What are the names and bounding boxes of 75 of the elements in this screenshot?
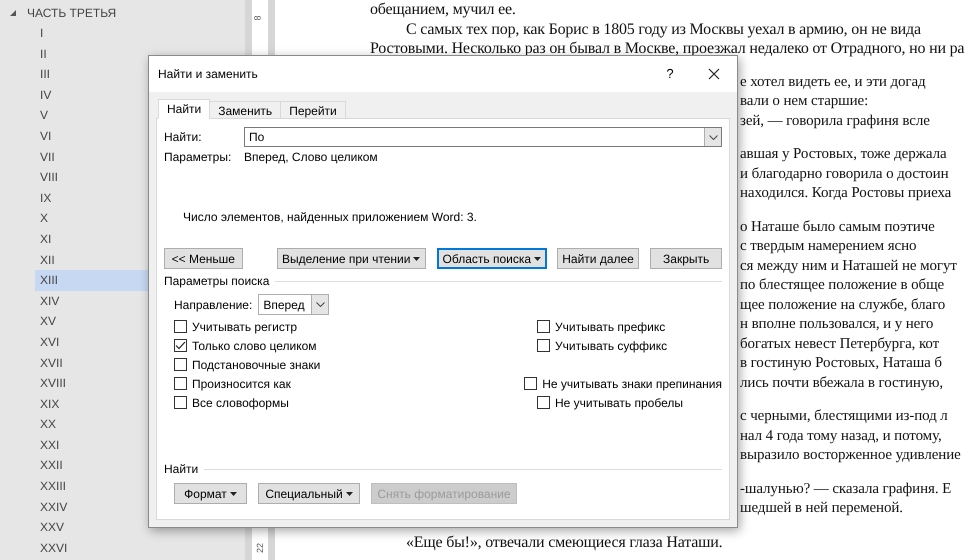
- text-line: ся между ним и Наташей не могут: [740, 258, 957, 274]
- text-line: Ростовыми. Несколько раз он бывал в Москве, проезжал недалеко от Отрадного, но ни ра: [370, 40, 964, 57]
- tab[interactable]: Перейти: [280, 101, 346, 119]
- check-icon: [175, 341, 186, 350]
- format-button[interactable]: Формат: [174, 483, 247, 504]
- checkbox-label: Учитывать префикс: [555, 318, 666, 336]
- text-line: о Наташе было самым поэтиче: [740, 218, 935, 234]
- text-line: богатых невест Петербурга, кот: [740, 336, 940, 352]
- help-button[interactable]: ?: [655, 60, 685, 88]
- ruler-number: 8: [252, 16, 262, 20]
- checkbox-label: Все словоформы: [192, 394, 289, 412]
- checkbox-label: Подстановочные знаки: [192, 356, 320, 374]
- chevron-down-icon: [708, 134, 718, 140]
- ruler-number: 22: [255, 543, 265, 553]
- checkbox[interactable]: [174, 396, 187, 409]
- checkbox[interactable]: [174, 377, 187, 390]
- outline-item[interactable]: XXVI: [35, 538, 245, 558]
- caret-icon: [230, 492, 237, 496]
- text-line: лись почти вбежала в гостиную,: [740, 374, 944, 390]
- text-line: «Еще бы!», отвечали смеющиеся глаза Наташи.: [406, 534, 722, 550]
- text-line: с черными, блестящими из-под л: [740, 408, 948, 424]
- checkbox[interactable]: [174, 358, 187, 371]
- checkbox-label: Только слово целиком: [192, 338, 317, 354]
- text-line: по блестящее положение в обще: [740, 277, 944, 293]
- text-line: С самых тех пор, как Борис в 1805 году из Москвы уехал в армию, он не вида: [406, 20, 921, 38]
- dialog-button[interactable]: Область поиска: [436, 248, 547, 269]
- text-line: щее положение на службе, благо: [740, 296, 946, 312]
- dialog-button[interactable]: Закрыть: [650, 248, 722, 269]
- text-line: -шалунью? — сказала графиня. Е: [740, 480, 952, 496]
- field-label: Направление:: [174, 296, 252, 314]
- tab[interactable]: Заменить: [209, 101, 282, 119]
- checkbox-label: Учитывать суффикс: [555, 338, 668, 354]
- find-field[interactable]: По: [244, 127, 722, 147]
- checkbox[interactable]: [537, 396, 550, 409]
- field-label: Параметры:: [164, 149, 232, 166]
- checkbox[interactable]: [524, 377, 538, 390]
- text-line: е хотел видеть ее, и эти догад: [740, 74, 926, 90]
- text-line: находился. Когда Ростовы приеха: [740, 185, 952, 201]
- checkbox[interactable]: [174, 339, 187, 352]
- dialog-button[interactable]: Найти далее: [556, 248, 640, 269]
- text-line: нал 4 года тому назад, и потому,: [740, 428, 942, 444]
- caret-icon: [413, 256, 420, 260]
- dialog-button[interactable]: Выделение при чтении: [276, 248, 426, 269]
- checkbox-label: Не учитывать знаки препинания: [542, 376, 722, 392]
- checkbox[interactable]: [174, 320, 187, 333]
- checkbox[interactable]: [537, 339, 550, 352]
- checkbox[interactable]: [537, 320, 550, 333]
- status-message: Число элементов, найденных приложением Word: 3.: [182, 209, 477, 225]
- checkbox-label: Не учитывать пробелы: [555, 394, 683, 412]
- outline-item[interactable]: I: [35, 23, 245, 44]
- checkbox-label: Учитывать регистр: [192, 318, 298, 336]
- text-line: с твердым намерением ясно: [740, 238, 916, 254]
- heading-item[interactable]: ЧАСТЬ ТРЕТЬЯ: [0, 2, 245, 23]
- close-icon: [708, 68, 720, 80]
- text-line: авшая у Ростовых, тоже держала: [740, 146, 947, 162]
- text-line: зей, — говорила графиня всле: [740, 112, 930, 128]
- section-heading: Найти: [164, 461, 198, 478]
- dialog-button[interactable]: << Меньше: [164, 248, 243, 269]
- chevron-down-icon: [316, 302, 325, 307]
- parameters-value: Вперед, Слово целиком: [244, 149, 378, 166]
- format-button[interactable]: Специальный: [258, 483, 360, 504]
- window-title: Найти и заменить: [158, 66, 259, 83]
- text-line: и благодарно говорила о достоин: [740, 166, 948, 182]
- text-line: выразило восторженное удивление: [740, 447, 961, 463]
- field-label: Найти:: [164, 129, 203, 146]
- direction-select[interactable]: Вперед: [258, 294, 330, 315]
- caret-icon: [346, 492, 353, 496]
- text-line: в гостиную Ростовых, Наташа б: [740, 355, 942, 371]
- text-line: шедшей в ней переменой.: [740, 500, 903, 516]
- text-line: обещанием, мучил ее.: [370, 1, 516, 18]
- text-line: н вполне пользовался, и у него: [740, 316, 934, 332]
- caret-icon: [534, 256, 542, 260]
- checkbox-label: Произносится как: [192, 376, 291, 392]
- tab[interactable]: Найти: [158, 99, 210, 119]
- text-line: вали о нем старшие:: [740, 93, 868, 109]
